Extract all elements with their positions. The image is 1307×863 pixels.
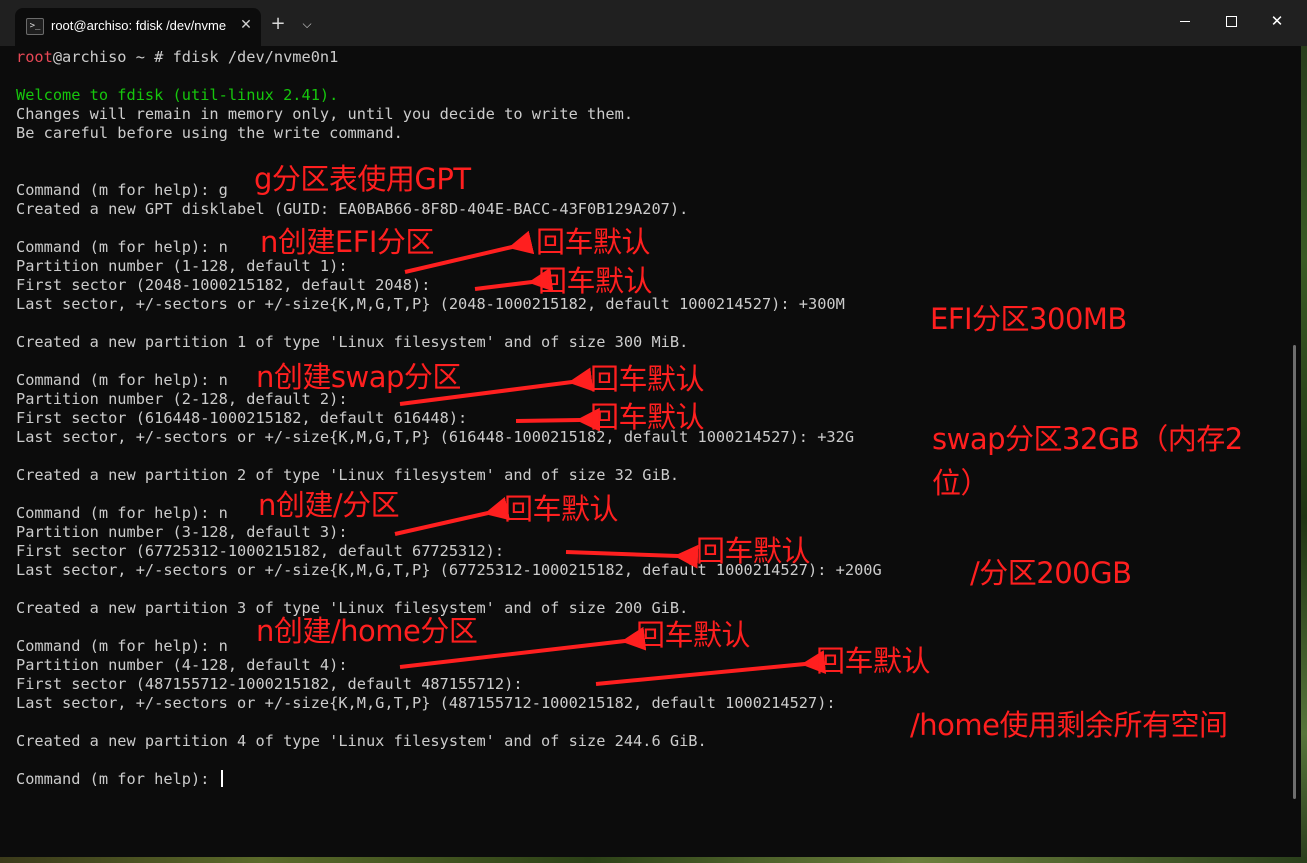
arrow [595,650,827,686]
annotation-swap-size-cont: 位） [932,466,990,500]
annotation-root-create: n创建/分区 [258,488,400,522]
annotation-enter-default: 回车默认 [590,400,705,434]
annotation-home-create: n创建/home分区 [256,614,478,648]
terminal-window: >_ root@archiso: fdisk /dev/nvme ✕ + ⌵ ✕… [0,0,1307,863]
annotation-swap-size: swap分区32GB（内存2 [932,422,1243,456]
annotation-enter-default: 回车默认 [504,492,619,526]
annotation-enter-default: 回车默认 [538,264,653,298]
annotation-efi-create: n创建EFI分区 [260,225,434,259]
annotation-enter-default: 回车默认 [536,225,651,259]
annotation-efi-size: EFI分区300MB [930,302,1127,336]
annotation-enter-default: 回车默认 [590,362,705,396]
annotation-gpt: g分区表使用GPT [254,162,471,196]
annotation-enter-default: 回车默认 [636,618,751,652]
annotation-enter-default: 回车默认 [816,644,931,678]
arrow [474,267,554,292]
arrow [394,496,511,536]
annotation-swap-create: n创建swap分区 [256,360,461,394]
annotation-enter-default: 回车默认 [696,534,811,568]
arrow [515,407,601,432]
annotation-root-size: /分区200GB [970,556,1132,590]
annotation-home-size: /home使用剩余所有空间 [910,708,1228,742]
arrow [565,544,699,569]
